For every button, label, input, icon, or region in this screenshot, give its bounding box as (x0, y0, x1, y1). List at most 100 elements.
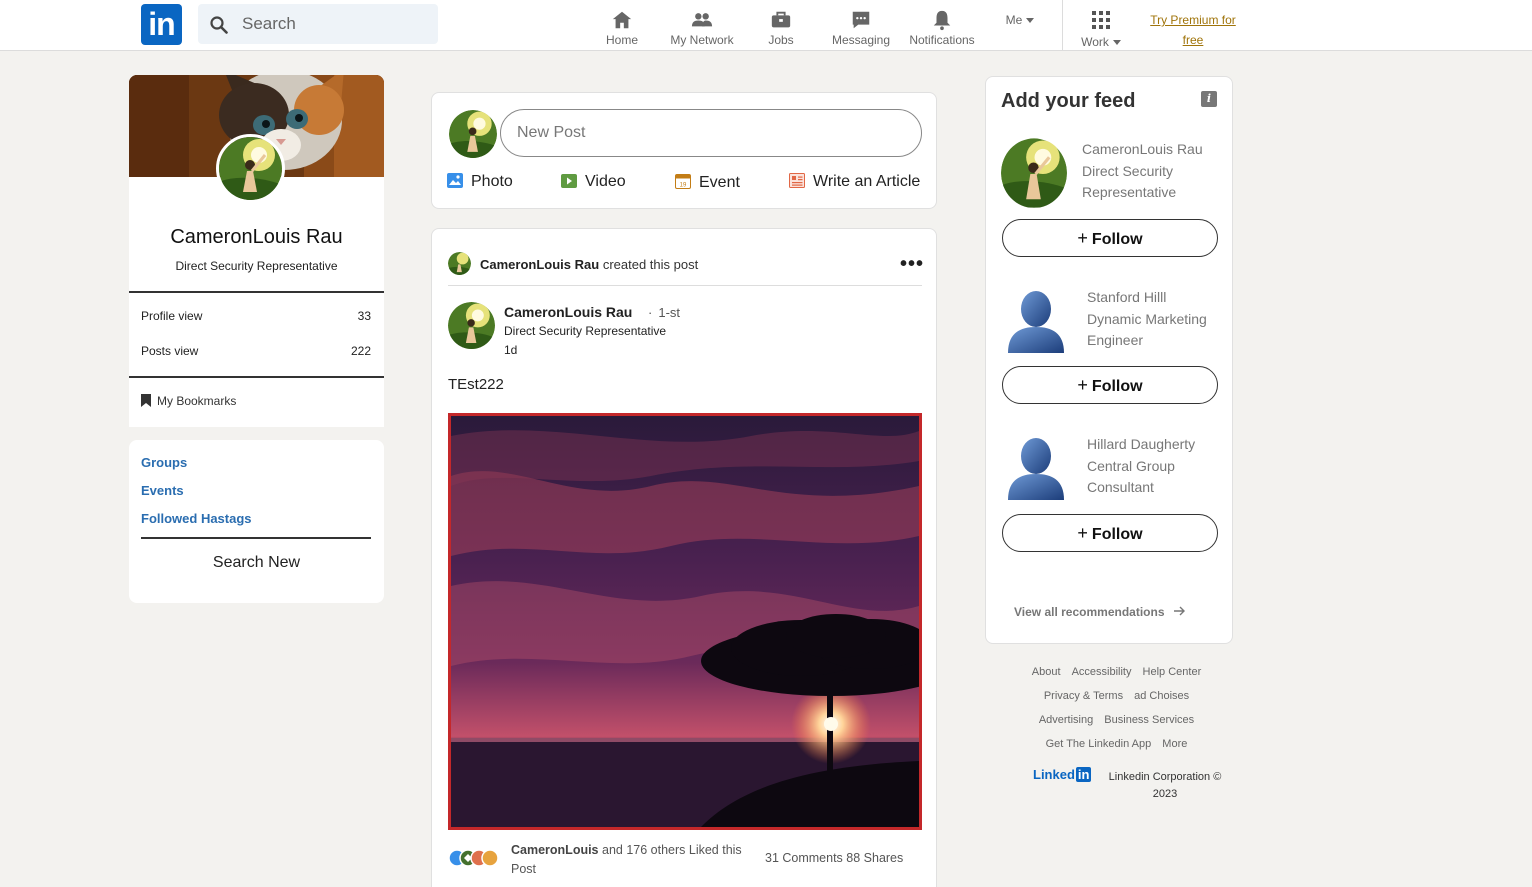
bookmarks-label: My Bookmarks (157, 394, 237, 408)
action-label: Write an Article (813, 173, 921, 190)
my-bookmarks-link[interactable]: My Bookmarks (141, 394, 236, 408)
groups-card: Groups Events Followed Hastags Search Ne… (129, 440, 384, 603)
author-avatar[interactable] (448, 302, 495, 349)
nav-label: Work (1081, 35, 1109, 49)
nav-jobs[interactable]: Jobs (763, 9, 799, 49)
search-new-button[interactable]: Search New (129, 554, 384, 572)
rec-name: Hillard Daugherty (1087, 436, 1196, 452)
divider (129, 376, 384, 378)
search-icon (210, 16, 228, 34)
calendar-icon: 19 (675, 174, 691, 189)
home-icon (612, 11, 632, 29)
nav-my-network[interactable]: My Network (668, 9, 736, 49)
event-button[interactable]: 19 Event (675, 173, 740, 192)
follow-label: Follow (1091, 526, 1143, 543)
footer-link-accessibility[interactable]: Accessibility (1072, 666, 1132, 678)
nav-messaging[interactable]: Messaging (829, 9, 893, 49)
grid-icon (1092, 11, 1110, 29)
events-link[interactable]: Events (141, 483, 184, 498)
follow-button[interactable]: + Follow (1002, 514, 1218, 552)
nav-notifications[interactable]: Notifications (906, 9, 978, 49)
caret-down-icon (1112, 40, 1121, 46)
add-feed-card: Add your feed i CameronLouis Rau Direct … (985, 76, 1233, 644)
rec-info[interactable]: CameronLouis Rau Direct Security Represe… (1082, 139, 1222, 204)
creator-name[interactable]: CameronLouis Rau (480, 257, 599, 272)
footer-link-about[interactable]: About (1032, 666, 1061, 678)
connection-degree: · 1-st (648, 305, 681, 320)
follow-button[interactable]: + Follow (1002, 366, 1218, 404)
stat-profile-view[interactable]: Profile view 33 (141, 309, 371, 323)
photo-icon (447, 173, 463, 188)
divider (129, 291, 384, 293)
nav-home[interactable]: Home (603, 9, 641, 49)
action-label: Photo (471, 173, 513, 190)
follow-button[interactable]: + Follow (1002, 219, 1218, 257)
footer-link-more[interactable]: More (1162, 738, 1187, 750)
rec-info[interactable]: Stanford Hilll Dynamic Marketing Enginee… (1087, 287, 1222, 352)
nav-label: My Network (670, 33, 734, 47)
post-text: TEst222 (448, 376, 504, 393)
comments-shares-count[interactable]: 31 Comments 88 Shares (765, 851, 903, 865)
nav-label: Messaging (831, 33, 891, 47)
search-box[interactable] (198, 4, 438, 44)
liked-by-name[interactable]: CameronLouis (511, 843, 599, 857)
divider (448, 285, 922, 286)
brand-text: Linked (1033, 767, 1075, 782)
nav-label: Me (1005, 13, 1023, 27)
rec-info[interactable]: Hillard Daugherty Central Group Consulta… (1087, 434, 1222, 499)
footer-link-ad-choices[interactable]: ad Choises (1134, 690, 1189, 702)
footer-link-privacy-terms[interactable]: Privacy & Terms (1044, 690, 1123, 702)
creator-avatar[interactable] (448, 252, 471, 275)
nav-me[interactable]: Me (1000, 13, 1040, 53)
stat-posts-view[interactable]: Posts view 222 (141, 344, 371, 358)
compose-card: New Post Photo Video 19 Event Write an Ar… (431, 92, 937, 209)
reactions-like-love-celebrate-icon (448, 849, 499, 867)
linkedin-logo[interactable]: in (141, 4, 182, 45)
stat-value: 33 (357, 309, 371, 323)
view-all-recommendations-link[interactable]: View all recommendations (1014, 605, 1186, 619)
photo-button[interactable]: Photo (447, 173, 513, 191)
profile-avatar[interactable] (216, 134, 285, 203)
bookmark-icon (141, 394, 151, 407)
follow-label: Follow (1091, 378, 1143, 395)
more-options-icon[interactable]: ••• (900, 253, 924, 276)
likes-summary[interactable]: CameronLouis and 176 others Liked this P… (511, 841, 751, 879)
footer-link-get-app[interactable]: Get The Linkedin App (1046, 738, 1152, 750)
person-icon[interactable] (1006, 289, 1066, 353)
author-name[interactable]: CameronLouis Rau (504, 304, 632, 320)
nav-label: Home (605, 33, 638, 47)
post-image[interactable] (448, 413, 922, 830)
video-button[interactable]: Video (561, 173, 626, 191)
footer-link-business-services[interactable]: Business Services (1104, 714, 1194, 726)
info-icon[interactable]: i (1201, 91, 1217, 107)
footer-link-help-center[interactable]: Help Center (1143, 666, 1202, 678)
plus-icon: + (1077, 523, 1088, 543)
new-post-input[interactable]: New Post (500, 109, 922, 157)
footer-linkedin-logo: Linked in (1033, 767, 1092, 782)
author-title: Direct Security Representative (504, 324, 667, 338)
nav-work[interactable]: Work (1076, 9, 1126, 49)
nav-label: Notifications (909, 33, 975, 47)
video-icon (561, 174, 577, 188)
rec-name: Stanford Hilll (1087, 289, 1167, 305)
profile-name[interactable]: CameronLouis Rau (129, 226, 384, 249)
footer-link-advertising[interactable]: Advertising (1039, 714, 1093, 726)
post-context-line: CameronLouis Rau created this post (480, 257, 698, 272)
try-premium-link[interactable]: Try Premium for free (1140, 10, 1246, 50)
groups-link[interactable]: Groups (141, 455, 187, 470)
reaction-icons[interactable] (448, 849, 502, 872)
action-label: Video (585, 173, 626, 190)
search-input[interactable] (242, 4, 427, 44)
bell-icon (933, 10, 951, 31)
brand-in: in (1075, 767, 1092, 782)
rec-avatar[interactable] (1001, 138, 1067, 208)
rec-title: Direct Security Representative (1082, 162, 1177, 201)
write-article-button[interactable]: Write an Article (789, 173, 920, 191)
article-icon (789, 173, 805, 188)
network-icon (691, 13, 713, 27)
rec-title: Central Group Consultant (1087, 457, 1175, 496)
stat-value: 222 (350, 344, 371, 358)
feed-title: Add your feed (1001, 90, 1136, 112)
person-icon[interactable] (1006, 436, 1066, 500)
followed-hashtags-link[interactable]: Followed Hastags (141, 511, 252, 526)
